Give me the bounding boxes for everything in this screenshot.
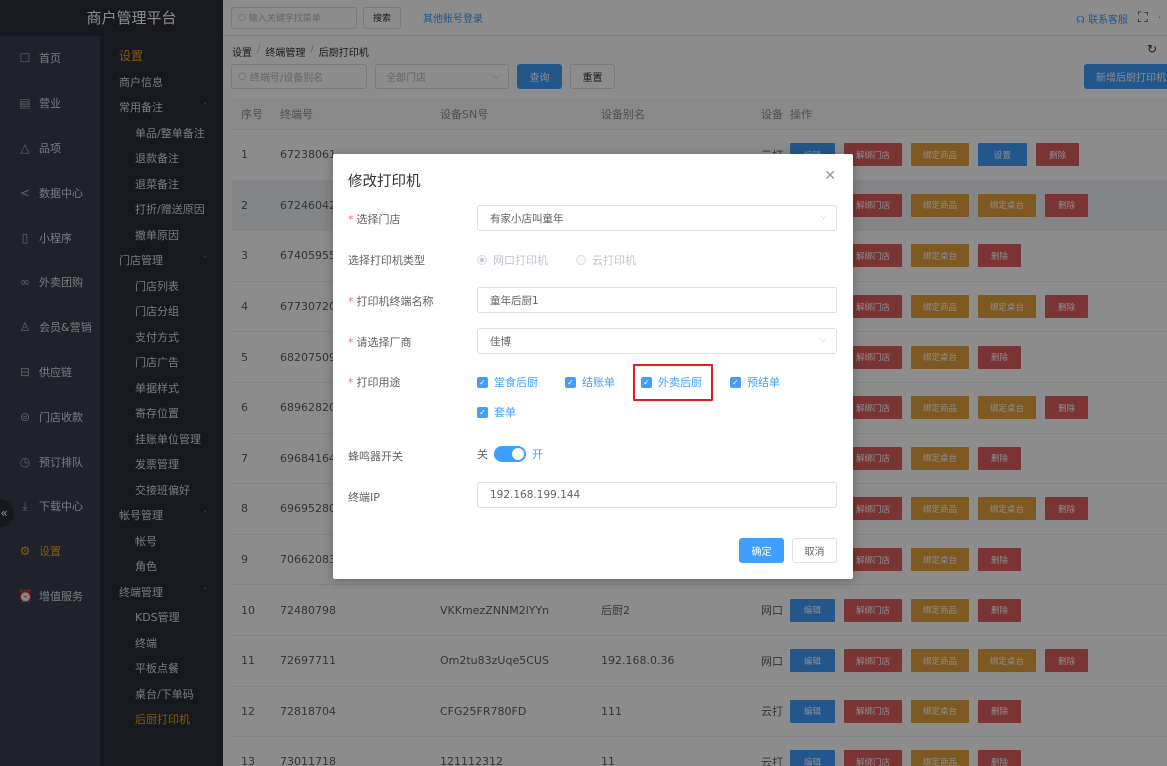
check-icon: ✓ — [477, 376, 488, 388]
chevron-down-icon: ⌵ — [820, 212, 827, 222]
usage-label: * 打印用途 — [348, 376, 401, 389]
chevron-down-icon: ⌵ — [820, 335, 827, 345]
buzzer-toggle[interactable] — [494, 446, 526, 462]
checkbox-label: 堂食后厨 — [494, 376, 538, 389]
highlight-box — [633, 364, 713, 401]
check-icon: ✓ — [730, 376, 741, 388]
radio-circle-icon — [576, 255, 586, 265]
check-icon: ✓ — [477, 406, 488, 418]
radio-dot-icon — [477, 255, 487, 265]
terminal-name-input[interactable]: 童年后厨1 — [477, 287, 837, 313]
checkbox-label: 结账单 — [582, 376, 615, 389]
radio-network-printer[interactable]: 网口打印机 — [477, 252, 548, 268]
vendor-label: * 请选择厂商 — [348, 336, 412, 349]
app-root: 商户管理平台 ○ 输入关键字找菜单 搜索 其他账号登录 ☊ 联系客服 ⛶ · ☐… — [0, 0, 1167, 766]
close-icon[interactable]: ✕ — [824, 168, 836, 184]
store-field-value: 有家小店叫童年 — [490, 212, 564, 225]
vendor-select-value: 佳博 — [490, 335, 511, 348]
store-field[interactable]: 有家小店叫童年 ⌵ — [477, 205, 837, 231]
radio-network-label: 网口打印机 — [493, 254, 548, 267]
vendor-label-text: 请选择厂商 — [356, 336, 412, 349]
radio-cloud-label: 云打印机 — [592, 254, 636, 267]
store-label: * 选择门店 — [348, 213, 401, 226]
ip-label: 终端IP — [348, 491, 380, 504]
terminal-name-label-text: 打印机终端名称 — [356, 295, 434, 308]
check-icon: ✓ — [565, 376, 576, 388]
terminal-ip-input[interactable]: 192.168.199.144 — [477, 482, 837, 508]
terminal-name-label: * 打印机终端名称 — [348, 295, 434, 308]
usage-label-text: 打印用途 — [356, 376, 401, 389]
radio-cloud-printer[interactable]: 云打印机 — [576, 252, 636, 268]
buzzer-off-label: 关 — [477, 448, 488, 461]
checkbox-set-meal[interactable]: ✓ 套单 — [477, 404, 516, 420]
checkbox-pre-bill[interactable]: ✓ 预结单 — [730, 374, 780, 390]
store-label-text: 选择门店 — [356, 213, 401, 226]
checkbox-dine-in-kitchen[interactable]: ✓ 堂食后厨 — [477, 374, 538, 390]
buzzer-label: 蜂鸣器开关 — [348, 450, 403, 463]
edit-printer-dialog: 修改打印机 ✕ * 选择门店 有家小店叫童年 ⌵ 选择打印机类型 网口打印机 云打印… — [333, 154, 853, 579]
buzzer-on-label: 开 — [532, 448, 543, 461]
checkbox-checkout-bill[interactable]: ✓ 结账单 — [565, 374, 615, 390]
checkbox-label: 预结单 — [747, 376, 780, 389]
buzzer-switch-row: 关 开 — [477, 446, 543, 462]
dialog-title: 修改打印机 — [348, 174, 421, 190]
toggle-knob — [512, 448, 524, 460]
checkbox-label: 套单 — [494, 406, 516, 419]
cancel-button[interactable]: 取消 — [792, 538, 837, 563]
vendor-select[interactable]: 佳博 ⌵ — [477, 328, 837, 354]
confirm-button[interactable]: 确定 — [739, 538, 784, 563]
printer-type-label: 选择打印机类型 — [348, 254, 425, 267]
